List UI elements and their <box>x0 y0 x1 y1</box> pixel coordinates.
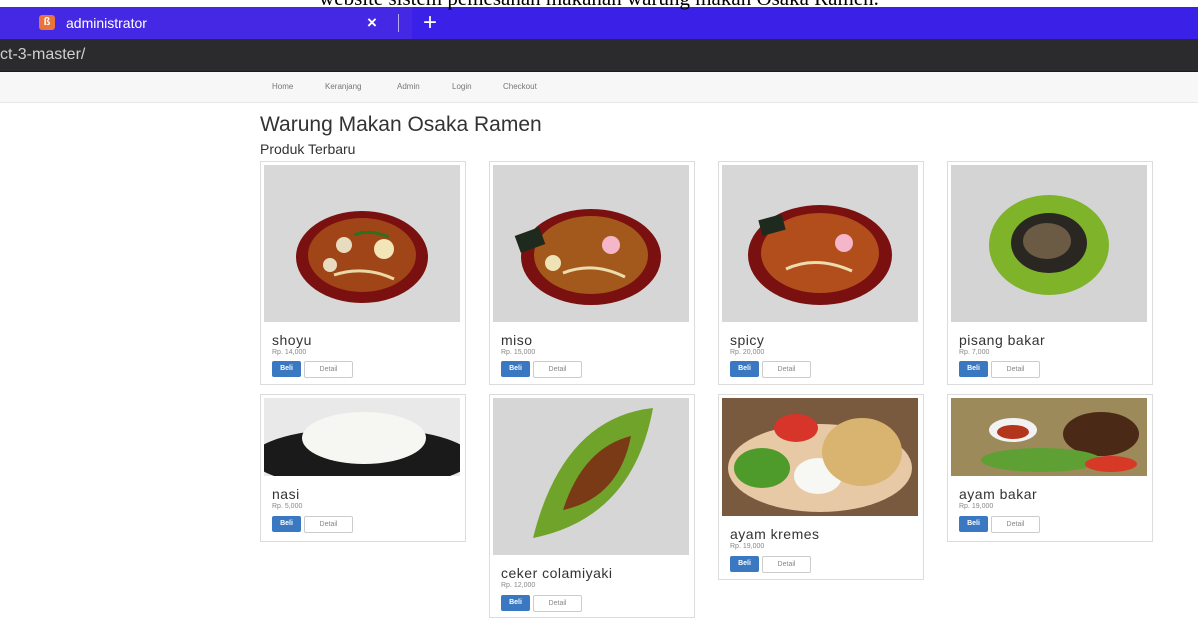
product-price: Rp. 20,000 <box>730 349 765 356</box>
product-name: shoyu <box>272 332 312 348</box>
nav-admin[interactable]: Admin <box>397 82 420 91</box>
buy-button[interactable]: Beli <box>272 516 301 532</box>
section-subtitle: Produk Terbaru <box>260 141 356 157</box>
nav-keranjang[interactable]: Keranjang <box>325 82 361 91</box>
product-card-ayam-bakar: ayam bakar Rp. 19,000 Beli Detail <box>947 394 1153 542</box>
detail-button[interactable]: Detail <box>762 361 811 378</box>
buy-button[interactable]: Beli <box>501 361 530 377</box>
buy-button[interactable]: Beli <box>959 361 988 377</box>
product-name: nasi <box>272 486 300 502</box>
tab-separator <box>398 14 399 32</box>
product-card-shoyu: shoyu Rp. 14,000 Beli Detail <box>260 161 466 385</box>
detail-button[interactable]: Detail <box>991 361 1040 378</box>
product-image-shoyu <box>264 165 460 322</box>
product-card-nasi: nasi Rp. 5,000 Beli Detail <box>260 394 466 542</box>
product-price: Rp. 19,000 <box>959 503 994 510</box>
product-price: Rp. 12,000 <box>501 582 536 589</box>
product-image-nasi <box>264 398 460 476</box>
xampp-favicon-icon: ß <box>39 15 55 30</box>
product-card-pisang-bakar: pisang bakar Rp. 7,000 Beli Detail <box>947 161 1153 385</box>
site-navbar: Home Keranjang Admin Login Checkout <box>0 72 1198 103</box>
product-card-miso: miso Rp. 15,000 Beli Detail <box>489 161 695 385</box>
new-tab-button[interactable]: + <box>423 9 437 37</box>
product-name: ayam bakar <box>959 486 1038 502</box>
product-name: spicy <box>730 332 765 348</box>
product-price: Rp. 5,000 <box>272 503 303 510</box>
buy-button[interactable]: Beli <box>959 516 988 532</box>
product-card-spicy: spicy Rp. 20,000 Beli Detail <box>718 161 924 385</box>
detail-button[interactable]: Detail <box>991 516 1040 533</box>
product-name: ayam kremes <box>730 526 820 542</box>
address-bar[interactable]: ct-3-master/ <box>0 39 1198 72</box>
detail-button[interactable]: Detail <box>304 361 353 378</box>
buy-button[interactable]: Beli <box>501 595 530 611</box>
detail-button[interactable]: Detail <box>304 516 353 533</box>
product-image-pisang-bakar <box>951 165 1147 322</box>
detail-button[interactable]: Detail <box>533 361 582 378</box>
product-name: miso <box>501 332 533 348</box>
product-image-ceker-colamiyaki <box>493 398 689 555</box>
buy-button[interactable]: Beli <box>730 556 759 572</box>
close-tab-icon[interactable]: × <box>367 13 377 33</box>
browser-tab-bar: ß administrator × + <box>0 7 1198 39</box>
product-image-spicy <box>722 165 918 322</box>
nav-login[interactable]: Login <box>452 82 472 91</box>
product-price: Rp. 19,000 <box>730 543 765 550</box>
product-image-ayam-bakar <box>951 398 1147 476</box>
tab-title: administrator <box>66 15 147 31</box>
product-price: Rp. 15,000 <box>501 349 536 356</box>
product-card-ayam-kremes: ayam kremes Rp. 19,000 Beli Detail <box>718 394 924 580</box>
buy-button[interactable]: Beli <box>730 361 759 377</box>
product-name: ceker colamiyaki <box>501 565 613 581</box>
buy-button[interactable]: Beli <box>272 361 301 377</box>
figure-caption: website sistem pemesanan makanan warung … <box>0 0 1198 10</box>
product-name: pisang bakar <box>959 332 1046 348</box>
product-card-ceker-colamiyaki: ceker colamiyaki Rp. 12,000 Beli Detail <box>489 394 695 618</box>
product-image-ayam-kremes <box>722 398 918 516</box>
detail-button[interactable]: Detail <box>762 556 811 573</box>
product-price: Rp. 14,000 <box>272 349 307 356</box>
nav-checkout[interactable]: Checkout <box>503 82 537 91</box>
url-text: ct-3-master/ <box>0 46 86 63</box>
product-image-miso <box>493 165 689 322</box>
product-price: Rp. 7,000 <box>959 349 990 356</box>
page-title: Warung Makan Osaka Ramen <box>260 113 542 136</box>
browser-tab[interactable]: ß administrator × <box>0 7 412 39</box>
detail-button[interactable]: Detail <box>533 595 582 612</box>
nav-home[interactable]: Home <box>272 82 293 91</box>
